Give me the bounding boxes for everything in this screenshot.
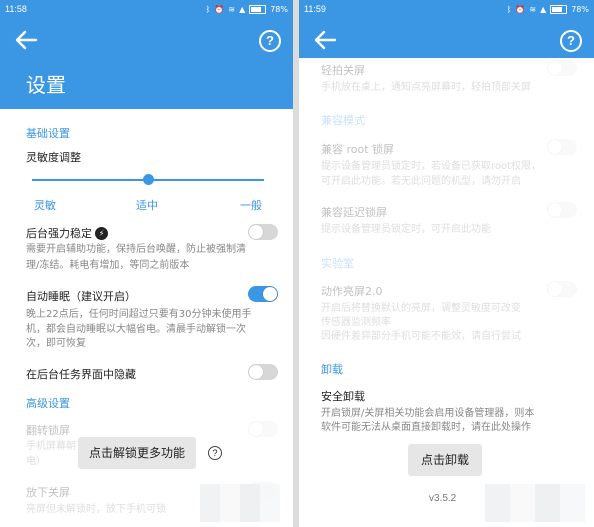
help-icon[interactable]: ? (259, 30, 281, 52)
status-bar: 11:58 ᛒ ⏰ ≋ ▲ 78% (0, 0, 293, 18)
root-lock-desc-line2: 可开启此功能。若无此问题的机型，请勿开启 (321, 176, 521, 187)
tap-off-toggle (547, 60, 577, 76)
section-lab: 实验室 (321, 257, 354, 270)
keepalive-label: 后台强力稳定 (26, 227, 92, 240)
battery-icon (550, 4, 568, 14)
sensitivity-option-medium[interactable]: 适中 (136, 197, 158, 213)
unlock-more-button[interactable]: 点击解锁更多功能 (78, 437, 196, 469)
signal-icon: ▲ (239, 4, 246, 14)
status-bar: 11:59 ᛒ ⏰ ≋ ▲ 78% (299, 0, 594, 18)
help-icon[interactable]: ? (560, 30, 582, 52)
keepalive-desc-line1: 需要开启辅助功能，保持后台唤醒，防止被强制清 (26, 244, 246, 255)
lightning-icon: ⚡ (95, 227, 108, 240)
settings-screen-right: 11:59 ᛒ ⏰ ≋ ▲ 78% ? 轻拍关屏 手机放在桌上，通知点亮屏幕时，… (299, 0, 594, 527)
putdown-desc: 亮屏但未解锁时，放下手机可锁 (26, 504, 166, 515)
putdown-label: 放下关屏 (26, 486, 70, 499)
keepalive-toggle[interactable] (248, 224, 278, 240)
motion-desc-line1: 开启后将替换默认的亮屏，调整灵敏度可改变 (321, 303, 521, 314)
safe-uninstall-desc-line2: 软件可能无法从桌面直接卸载时，请在此处操作 (321, 422, 531, 433)
keepalive-desc-line2: 理/冻结。耗电有增加，等同之前版本 (26, 260, 190, 271)
sensitivity-label: 灵敏度调整 (26, 151, 81, 164)
root-lock-desc-line1: 提示设备管理员锁定时，若设备已获取root权限， (321, 161, 542, 172)
autosleep-label: 自动睡眠（建议开启） (26, 290, 136, 303)
signal-icon: ▲ (540, 4, 547, 14)
section-compat: 兼容模式 (321, 114, 365, 127)
root-lock-toggle (547, 139, 577, 155)
autosleep-desc-line3: 次，即可恢复 (26, 338, 86, 349)
delay-lock-desc: 提示设备管理员锁定时，可开启此功能 (321, 224, 491, 235)
help-question-icon[interactable]: ? (208, 446, 222, 460)
tap-off-label: 轻拍关屏 (321, 64, 365, 77)
bluetooth-icon: ᛒ (205, 4, 211, 14)
autosleep-desc-line2: 机，都会自动睡眠以大幅省电。清晨手动解锁一次 (26, 324, 246, 335)
motion-toggle (547, 281, 577, 297)
section-uninstall: 卸载 (321, 363, 343, 376)
settings-screen-left: 11:58 ᛒ ⏰ ≋ ▲ 78% ? 设置 基础设置 灵敏度调整 灵敏 适中 … (0, 0, 293, 527)
delay-lock-label: 兼容延迟锁屏 (321, 206, 387, 219)
watermark-mosaic (200, 484, 280, 522)
root-lock-label: 兼容 root 锁屏 (321, 143, 395, 156)
keepalive-row: 后台强力稳定 ⚡ (26, 225, 108, 241)
version-label: v3.5.2 (429, 493, 457, 504)
safe-uninstall-desc-line1: 开启锁屏/关屏相关功能会启用设备管理器，则本 (321, 408, 535, 419)
autosleep-toggle[interactable] (248, 286, 278, 302)
alarm-icon: ⏰ (214, 4, 225, 14)
section-basic-settings: 基础设置 (26, 127, 70, 140)
watermark-mosaic (485, 484, 585, 522)
back-arrow-icon[interactable] (313, 29, 337, 51)
alarm-icon: ⏰ (515, 4, 526, 14)
battery-percent: 78% (270, 4, 288, 14)
motion-desc-line2: 传感器监测频率 (321, 317, 391, 328)
flip-lock-toggle (248, 421, 278, 437)
battery-percent: 78% (571, 4, 589, 14)
wifi-icon: ≋ (529, 4, 537, 14)
page-title: 设置 (26, 73, 66, 97)
section-advanced-settings: 高级设置 (26, 397, 70, 410)
hide-recent-toggle[interactable] (248, 364, 278, 380)
sensitivity-option-high[interactable]: 灵敏 (34, 197, 56, 213)
autosleep-desc-line1: 晚上22点后，任何时间超过只要有30分钟未使用手 (26, 309, 252, 320)
tap-off-desc: 手机放在桌上，通知点亮屏幕时，轻拍顶部关屏 (321, 82, 531, 93)
delay-lock-toggle (547, 202, 577, 218)
flip-lock-desc-line2: 电） (26, 456, 46, 467)
motion-desc-line3: 因硬件差异部分手机可能不能效，请自行尝试 (321, 331, 521, 342)
status-time: 11:59 (304, 4, 326, 14)
app-bar: ? (299, 18, 594, 58)
bluetooth-icon: ᛒ (506, 4, 512, 14)
flip-lock-label: 翻转锁屏 (26, 424, 70, 437)
uninstall-button[interactable]: 点击卸载 (408, 444, 482, 476)
back-arrow-icon[interactable] (14, 29, 38, 51)
battery-icon (249, 4, 267, 14)
wifi-icon: ≋ (228, 4, 236, 14)
app-bar: ? 设置 (0, 18, 293, 109)
hide-recent-label: 在后台任务界面中隐藏 (26, 368, 136, 381)
sensitivity-slider-thumb[interactable] (143, 174, 154, 185)
status-time: 11:58 (5, 4, 27, 14)
sensitivity-option-low[interactable]: 一般 (240, 197, 262, 213)
safe-uninstall-label: 安全卸载 (321, 390, 365, 403)
motion-label: 动作亮屏2.0 (321, 285, 383, 298)
